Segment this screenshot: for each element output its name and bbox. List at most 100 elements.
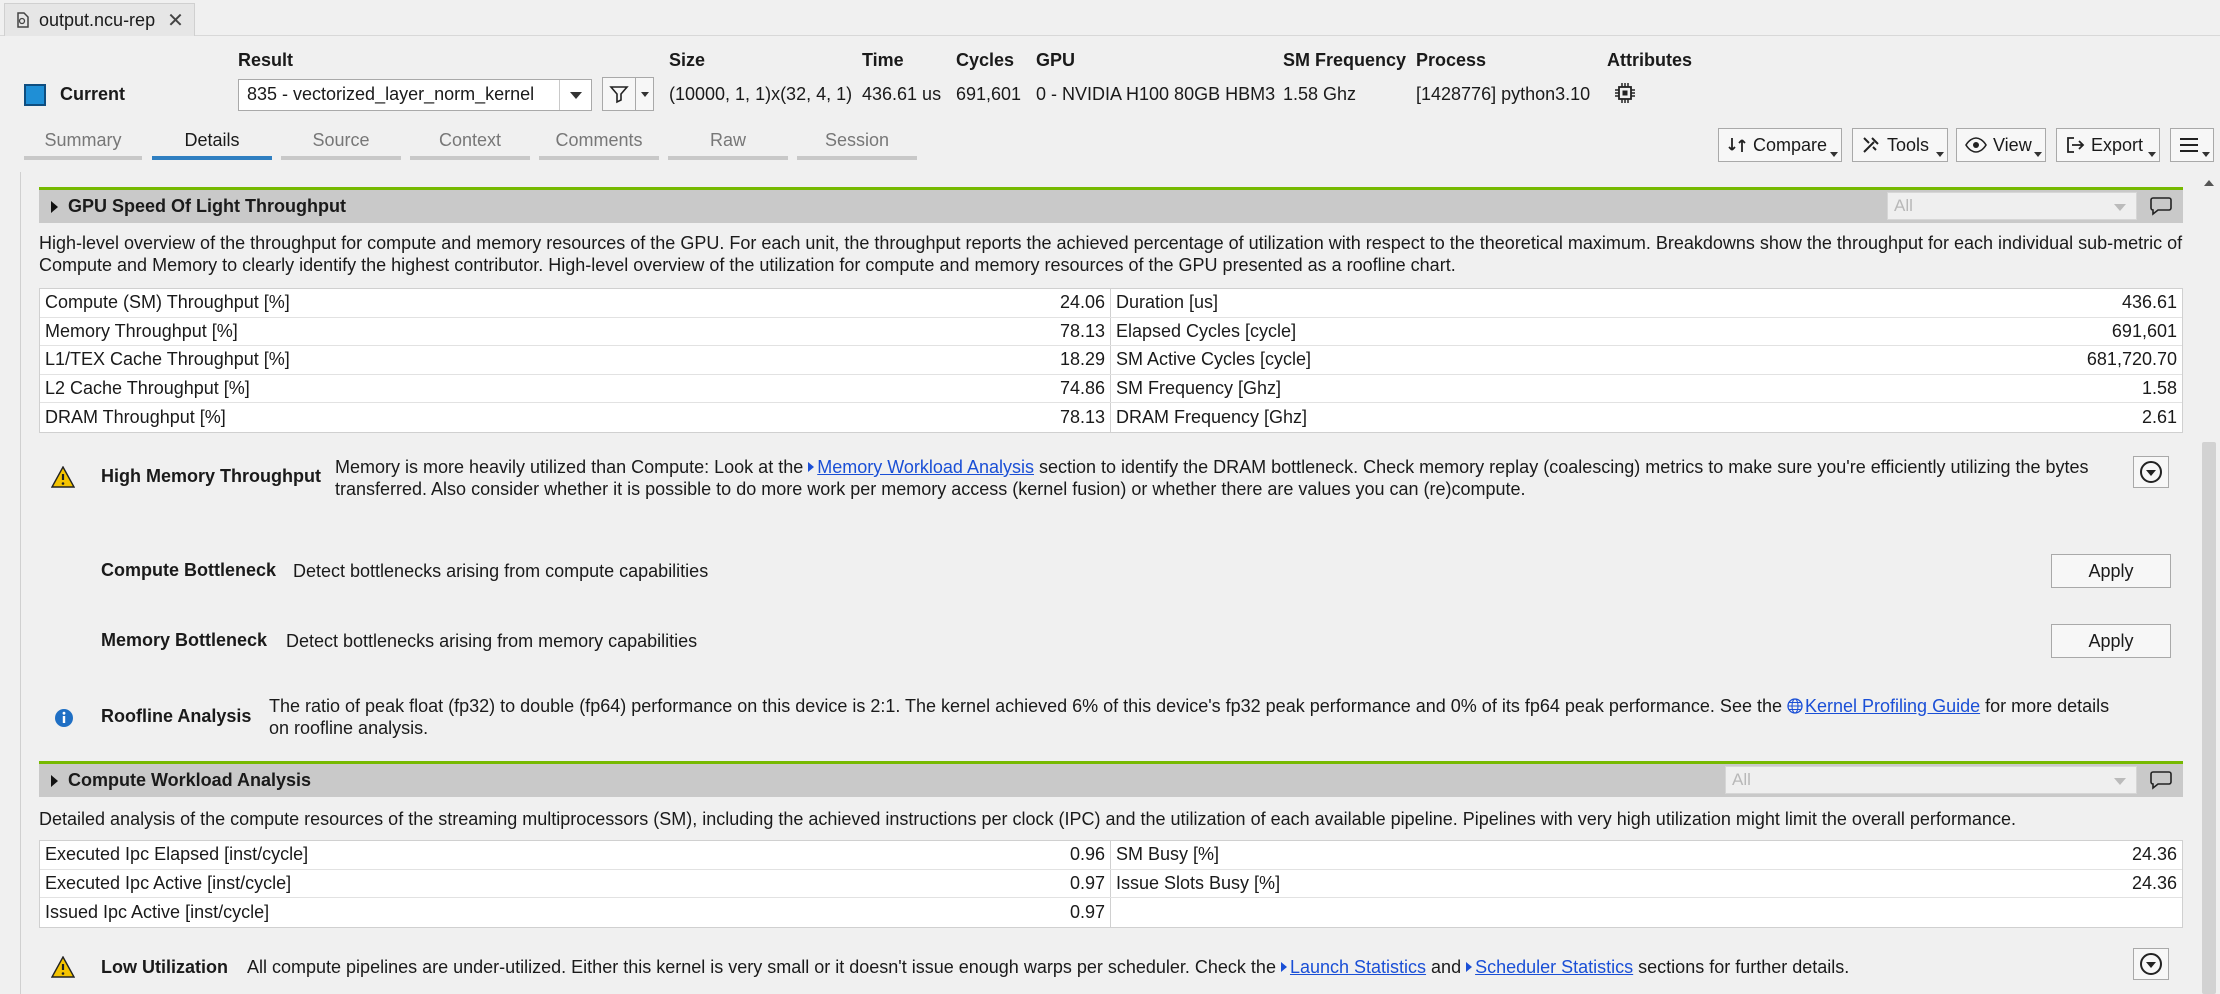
metric-value: 691,601	[2111, 320, 2177, 341]
gpu-value: 0 - NVIDIA H100 80GB HBM3	[1036, 84, 1276, 104]
rule-title-memory-bottleneck: Memory Bottleneck	[101, 630, 268, 650]
section-filter-cwa[interactable]: All	[1725, 766, 2137, 794]
rule-text-part: Memory is more heavily utilized than Com…	[335, 457, 809, 477]
rule-text-low-utilization: All compute pipelines are under-utilized…	[247, 956, 2117, 978]
kernel-profiling-guide-link[interactable]: Kernel Profiling Guide	[1787, 696, 1980, 716]
metric-name: Memory Throughput [%]	[45, 320, 238, 341]
compare-icon	[1728, 138, 1746, 152]
metric-value: 18.29	[1059, 349, 1105, 370]
metric-name: Elapsed Cycles [cycle]	[1116, 320, 1297, 341]
result-select[interactable]: 835 - vectorized_layer_norm_kernel	[238, 79, 592, 111]
metric-value: 78.13	[1059, 320, 1105, 341]
chevron-down-icon	[2140, 461, 2162, 483]
metric-name: DRAM Frequency [Ghz]	[1116, 407, 1308, 428]
section-title-cwa: Compute Workload Analysis	[68, 770, 312, 790]
tab-source[interactable]: Source	[281, 128, 401, 160]
metric-name: SM Busy [%]	[1116, 844, 1220, 865]
globe-icon	[1787, 698, 1803, 714]
process-value: [1428776] python3.10	[1416, 84, 1591, 104]
size-header: Size	[669, 50, 706, 70]
section-filter-sol[interactable]: All	[1887, 192, 2137, 220]
filter-icon	[609, 86, 629, 104]
metric-value: 78.13	[1059, 407, 1105, 428]
metric-name: DRAM Throughput [%]	[45, 407, 226, 428]
view-label: View	[1993, 134, 2032, 155]
rule-title-high-memory: High Memory Throughput	[101, 466, 321, 486]
comment-icon[interactable]	[2149, 196, 2173, 216]
metric-name: Compute (SM) Throughput [%]	[45, 292, 290, 313]
scheduler-statistics-link[interactable]: Scheduler Statistics	[1466, 957, 1633, 977]
section-header-cwa[interactable]: Compute Workload Analysis All	[39, 761, 2183, 797]
eye-icon	[1965, 137, 1987, 153]
expand-rule-button[interactable]	[2133, 456, 2169, 488]
comment-icon[interactable]	[2149, 770, 2173, 790]
rule-text-part: All compute pipelines are under-utilized…	[247, 957, 1281, 977]
metric-value: 0.97	[1069, 901, 1105, 922]
rule-text-part: and	[1426, 957, 1467, 977]
tab-raw[interactable]: Raw	[668, 128, 788, 160]
expand-rule-button[interactable]	[2133, 948, 2169, 980]
info-icon	[55, 709, 73, 727]
tab-session[interactable]: Session	[797, 128, 917, 160]
tab-comments[interactable]: Comments	[539, 128, 659, 160]
section-header-sol[interactable]: GPU Speed Of Light Throughput All	[39, 187, 2183, 223]
current-label: Current	[60, 84, 126, 104]
link-label: Launch Statistics	[1289, 957, 1427, 977]
filter-dropdown[interactable]	[636, 77, 654, 111]
tab-details[interactable]: Details	[152, 128, 272, 160]
file-tab[interactable]: output.ncu-rep ✕	[4, 3, 195, 36]
export-button[interactable]: Export	[2056, 128, 2160, 162]
link-label: Memory Workload Analysis	[817, 457, 1034, 477]
menu-button[interactable]	[2170, 128, 2214, 162]
time-value: 436.61 us	[862, 84, 942, 104]
memory-workload-analysis-link[interactable]: Memory Workload Analysis	[808, 457, 1034, 477]
metric-name: L2 Cache Throughput [%]	[45, 378, 250, 399]
expand-arrow-icon[interactable]	[51, 774, 58, 787]
table-row: Compute (SM) Throughput [%] 24.06 Duratio…	[40, 289, 2182, 318]
chevron-down-icon[interactable]	[559, 80, 591, 110]
warning-icon	[51, 956, 75, 978]
metric-value: 1.58	[2141, 378, 2177, 399]
metric-name: Executed Ipc Elapsed [inst/cycle]	[45, 844, 309, 865]
apply-memory-bottleneck-button[interactable]: Apply	[2051, 624, 2171, 658]
table-row: L1/TEX Cache Throughput [%] 18.29 SM Acti…	[40, 346, 2182, 375]
file-tab-label: output.ncu-rep	[39, 9, 156, 30]
table-row: Issued Ipc Active [inst/cycle] 0.97	[40, 898, 2182, 927]
export-icon	[2067, 137, 2085, 153]
process-header: Process	[1416, 50, 1487, 70]
expand-arrow-icon[interactable]	[51, 200, 58, 213]
close-tab-icon[interactable]: ✕	[167, 8, 184, 33]
tools-button[interactable]: Tools	[1852, 128, 1948, 162]
current-color-swatch[interactable]	[24, 84, 46, 106]
section-description-cwa: Detailed analysis of the compute resourc…	[39, 809, 2016, 829]
gpu-header: GPU	[1036, 50, 1076, 70]
scroll-thumb[interactable]	[2202, 442, 2216, 994]
tab-context[interactable]: Context	[410, 128, 530, 160]
metrics-table-cwa: Executed Ipc Elapsed [inst/cycle] 0.96 SM…	[39, 840, 2183, 928]
apply-compute-bottleneck-button[interactable]: Apply	[2051, 554, 2171, 588]
metric-value: 24.36	[2131, 844, 2177, 865]
file-tab-strip: output.ncu-rep ✕	[0, 0, 2220, 36]
tab-summary[interactable]: Summary	[24, 128, 142, 160]
chip-icon[interactable]	[1614, 82, 1636, 104]
section-title-sol: GPU Speed Of Light Throughput	[68, 196, 346, 216]
table-row: Memory Throughput [%] 78.13 Elapsed Cycle…	[40, 317, 2182, 347]
vertical-scrollbar[interactable]	[2198, 172, 2220, 994]
warning-icon	[51, 466, 75, 488]
sm-frequency-value: 1.58 Ghz	[1283, 84, 1357, 104]
sm-frequency-header: SM Frequency	[1283, 50, 1407, 70]
section-filter-sol-value: All	[1894, 196, 1913, 215]
metric-value: 24.36	[2131, 872, 2177, 893]
compare-label: Compare	[1753, 134, 1828, 155]
compare-button[interactable]: Compare	[1718, 128, 1842, 162]
rule-title-low-utilization: Low Utilization	[101, 957, 228, 977]
rule-title-roofline: Roofline Analysis	[101, 706, 252, 726]
scroll-up-icon[interactable]	[2204, 180, 2214, 186]
hamburger-icon	[2180, 138, 2198, 152]
launch-statistics-link[interactable]: Launch Statistics	[1280, 957, 1427, 977]
filter-button[interactable]	[602, 77, 636, 111]
view-button[interactable]: View	[1956, 128, 2046, 162]
metric-value: 2.61	[2141, 407, 2177, 428]
rule-text-part: sections for further details.	[1633, 957, 1850, 977]
table-row: L2 Cache Throughput [%] 74.86 SM Frequenc…	[40, 374, 2182, 404]
